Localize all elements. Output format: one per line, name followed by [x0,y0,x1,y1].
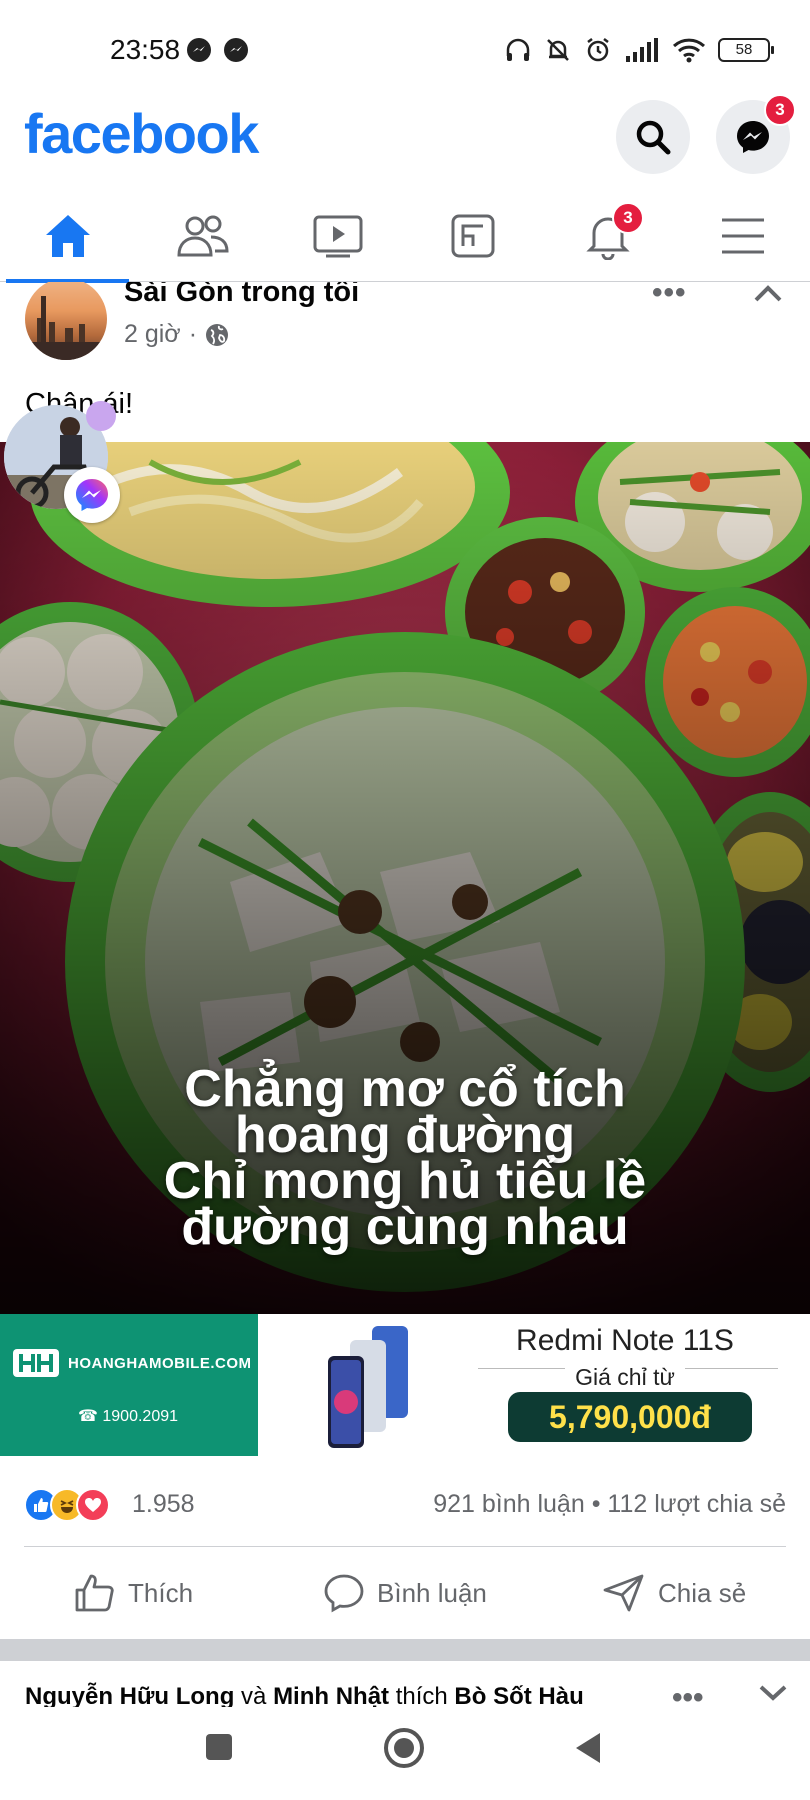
reaction-icons[interactable] [24,1488,110,1522]
share-count[interactable]: 112 lượt chia sẻ [607,1490,786,1518]
ad-brand: HOANGHAMOBILE.COM [12,1348,252,1378]
comment-icon [324,1574,364,1613]
messenger-notification-icon [224,38,248,62]
video-icon [313,215,362,258]
page-avatar[interactable] [25,282,107,360]
like-label: Thích [128,1577,194,1608]
tab-home[interactable] [0,190,135,283]
signal-icon [626,38,658,62]
tab-menu[interactable] [675,190,810,282]
engagement-stats: 921 bình luận • 112 lượt chia sẻ [433,1490,786,1519]
tab-watch[interactable] [270,190,405,282]
comment-button[interactable]: Bình luận [323,1547,487,1639]
status-time: 23:58 [110,34,181,65]
chat-head-status-dot [86,401,116,431]
tab-bar: 3 [0,190,810,283]
ad-brand-name: HOANGHAMOBILE.COM [68,1354,252,1372]
comment-label: Bình luận [377,1577,487,1608]
share-button[interactable]: Chia sẻ [602,1547,746,1639]
messenger-icon [737,121,769,153]
close-icon [754,285,782,302]
post-more-button[interactable]: ••• [652,282,687,310]
caption-line: đường cùng nhau [181,1198,629,1256]
messenger-badge: 3 [764,94,796,126]
friends-icon [176,215,229,257]
ad-price: 5,790,000đ [508,1392,752,1442]
back-button[interactable] [572,1731,604,1765]
home-icon [45,215,90,257]
meta-separator: · [188,320,198,348]
feed-separator [0,1639,810,1661]
phone-icon: ☎ [78,1408,103,1425]
search-icon [636,120,671,155]
friend-name[interactable]: Nguyễn Hữu Long [25,1683,234,1707]
hoangha-logo-icon [13,1349,59,1377]
close-post-button[interactable] [752,282,784,321]
messenger-notification-icon [187,38,211,62]
next-post-activity: Nguyễn Hữu Long và Minh Nhật thích Bò Số… [25,1683,584,1707]
tab-notifications[interactable]: 3 [540,190,675,282]
stats-separator: • [591,1490,608,1518]
ad-phone-number: 1900.2091 [102,1408,179,1425]
notifications-badge: 3 [612,202,644,234]
home-button[interactable] [383,1727,425,1769]
conjunction: và [241,1683,267,1707]
post-header: Sài Gòn trong tôi 2 giờ · ••• [0,282,810,362]
hamburger-icon [721,218,764,254]
image-caption: Chẳng mơ cổ tích hoang đường Chỉ mong hủ… [0,1063,810,1256]
love-reaction-icon [76,1488,110,1522]
phone-product-image [328,1326,408,1448]
globe-icon [206,323,229,346]
next-post-header: Nguyễn Hữu Long và Minh Nhật thích Bò Số… [0,1661,810,1707]
page-name[interactable]: Sài Gòn trong tôi [124,282,359,309]
chevron-down-icon [759,1685,787,1701]
next-post-collapse-button[interactable] [758,1683,788,1707]
reaction-count[interactable]: 1.958 [132,1490,195,1519]
status-bar: 23:58 58 [0,0,810,100]
next-post-more-button[interactable]: ••• [672,1681,704,1707]
recent-apps-button[interactable] [203,1731,235,1763]
search-button[interactable] [616,100,690,174]
ad-banner[interactable]: HOANGHAMOBILE.COM ☎ 1900.2091 Redmi Note… [0,1314,810,1456]
messenger-badge-icon [64,467,120,523]
share-icon [603,1574,644,1612]
post-time[interactable]: 2 giờ [124,320,181,349]
messenger-button[interactable]: 3 [716,94,796,174]
tab-gaming[interactable] [405,190,540,282]
reactions-row: 1.958 921 bình luận • 112 lượt chia sẻ [0,1456,810,1546]
wifi-icon [672,38,706,63]
post-image[interactable]: Chẳng mơ cổ tích hoang đường Chỉ mong hủ… [0,442,810,1314]
alarm-icon [587,38,609,62]
system-navigation-bar [0,1707,810,1800]
mute-bell-icon [547,39,569,61]
ad-product: Redmi Note 11S [516,1324,734,1357]
tab-friends[interactable] [135,190,270,282]
ad-phone: ☎ 1900.2091 [78,1406,178,1426]
like-button[interactable]: Thích [74,1547,193,1639]
messenger-chat-head[interactable] [4,401,120,523]
battery-indicator: 58 [718,38,774,62]
post-meta: 2 giờ · [124,320,229,349]
activity-verb: thích [395,1683,448,1707]
gaming-icon [451,214,494,258]
facebook-logo: facebook [24,102,259,165]
page-link[interactable]: Bò Sốt Hàu [454,1683,583,1707]
ad-brand-panel: HOANGHAMOBILE.COM ☎ 1900.2091 [0,1314,258,1456]
app-header: facebook 3 [0,94,810,190]
post-action-bar: Thích Bình luận Chia sẻ [0,1547,810,1639]
friend-name[interactable]: Minh Nhật [273,1683,389,1707]
ad-price-label: Giá chỉ từ [470,1364,780,1391]
share-label: Chia sẻ [658,1577,747,1608]
headphones-icon [506,38,530,61]
thumbs-up-icon [75,1574,114,1612]
comment-count[interactable]: 921 bình luận [433,1490,585,1518]
